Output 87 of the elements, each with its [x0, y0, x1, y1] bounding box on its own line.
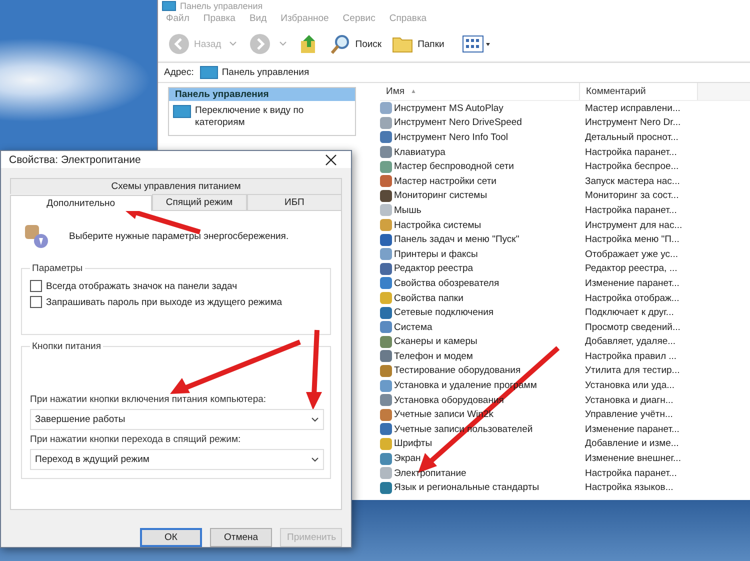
dropdown[interactable]: Переход в ждущий режим: [30, 449, 324, 470]
dialog-button[interactable]: ОК: [140, 528, 202, 547]
applet-comment: Детальный проснот...: [584, 132, 680, 143]
views-icon: [462, 34, 492, 54]
tab[interactable]: ИБП: [246, 194, 342, 210]
applet-comment: Просмотр сведений...: [584, 322, 682, 333]
applet-name[interactable]: Мышь: [394, 204, 422, 216]
applet-name[interactable]: Инструмент MS AutoPlay: [394, 102, 504, 114]
applet-name[interactable]: Мониторинг системы: [394, 190, 488, 202]
applet-name[interactable]: Инструмент Nero DriveSpeed: [394, 117, 522, 128]
applet-comment: Утилита для тестир...: [584, 365, 681, 376]
group-title: Кнопки питания: [31, 341, 102, 352]
right-arrow-circle-icon: [249, 33, 272, 55]
applet-comment: Настройка беспрое...: [584, 161, 680, 172]
control-panel-icon: [200, 66, 218, 79]
applet-name[interactable]: Свойства папки: [394, 292, 464, 304]
applet-comment: Настройка правил ...: [584, 350, 678, 362]
applet-comment: Инструмент для нас...: [584, 220, 684, 231]
applet-comment: Изменение паранет...: [584, 424, 680, 435]
caret-icon: [311, 416, 319, 422]
select-label: При нажатии кнопки включения питания компьютера:: [30, 394, 268, 405]
applet-name[interactable]: Шрифты: [394, 438, 432, 450]
applet-name[interactable]: Мастер беспроводной сети: [394, 161, 514, 172]
applet-comment: Редактор реестра, ...: [584, 263, 678, 274]
applet-name[interactable]: Настройка системы: [394, 220, 482, 231]
applet-comment: Настройка паранет...: [584, 146, 678, 158]
applet-comment: Настройка отображ...: [584, 292, 680, 304]
intro-text: Выберите нужные параметры энергосбережения.: [69, 230, 289, 242]
group-title: Параметры: [31, 263, 84, 274]
applet-comment: Изменение паранет...: [584, 278, 680, 289]
applet-comment: Мастер исправлени...: [584, 102, 682, 114]
checkbox[interactable]: [30, 280, 42, 292]
applet-comment: Мониторинг за сост...: [584, 190, 680, 202]
applet-comment: Установка или уда...: [584, 380, 676, 392]
applet-comment: Настройка паранет...: [584, 468, 678, 479]
applet-comment: Подключает к друг...: [584, 307, 675, 318]
applet-comment: Изменение внешнег...: [584, 453, 682, 464]
applet-name[interactable]: Редактор реестра: [394, 263, 474, 274]
dropdown[interactable]: Завершение работы: [30, 409, 324, 430]
applet-comment: Добавляет, удаляе...: [584, 336, 677, 348]
task-panel-title: Панель управления: [169, 88, 355, 101]
checkbox-label: Всегда отображать значок на панели задач: [46, 280, 238, 292]
window-title: Панель управления: [180, 0, 263, 10]
applet-name[interactable]: Электропитание: [394, 468, 466, 479]
applet-name[interactable]: Сетевые подключения: [394, 307, 494, 318]
applet-name[interactable]: Язык и региональные стандарты: [394, 482, 540, 494]
applet-comment: Настройка паранет...: [584, 204, 678, 216]
checkbox[interactable]: [30, 296, 42, 308]
folders-button[interactable]: Папки: [390, 32, 446, 56]
applet-name[interactable]: Инструмент Nero Info Tool: [394, 132, 508, 143]
applet-comment: Настройка языков...: [584, 482, 674, 494]
close-icon[interactable]: [325, 154, 337, 166]
search-icon: [329, 33, 352, 55]
checkbox-label: Запрашивать пароль при выходе из ждущего режима: [46, 296, 282, 308]
applet-comment: Настройка меню "П...: [584, 234, 680, 246]
applet-name[interactable]: Принтеры и факсы: [394, 248, 478, 260]
applet-name[interactable]: Телефон и модем: [394, 350, 473, 362]
select-label: При нажатии кнопки перехода в спящий режим:: [30, 434, 242, 445]
tab[interactable]: Схемы управления питанием: [10, 178, 342, 194]
tab[interactable]: Дополнительно: [10, 195, 152, 211]
applet-comment: Инструмент Nero Dr...: [584, 117, 682, 128]
tab[interactable]: Спящий режим: [152, 194, 247, 210]
applet-comment: Установка и диагн...: [584, 394, 674, 406]
applet-name[interactable]: Экран: [394, 453, 421, 464]
applet-comment: Управление учётн...: [584, 409, 674, 420]
control-panel-icon: [162, 0, 176, 10]
control-panel-icon: [173, 105, 191, 118]
applet-name[interactable]: Клавиатура: [394, 146, 446, 158]
applet-name[interactable]: Панель задач и меню "Пуск": [394, 234, 520, 246]
dialog-button[interactable]: Отмена: [210, 528, 272, 547]
applet-name[interactable]: Свойства обозревателя: [394, 278, 500, 289]
applet-name[interactable]: Тестирование оборудования: [394, 365, 521, 376]
dialog-title: Свойства: Электропитание: [9, 154, 141, 166]
caret-icon: [311, 456, 319, 462]
applet-comment: Отображает уже ус...: [584, 248, 679, 260]
applet-name[interactable]: Сканеры и камеры: [394, 336, 478, 348]
caret-icon: [279, 41, 288, 47]
switch-view-link[interactable]: Переключение к виду по категориям: [195, 105, 351, 130]
applet-name[interactable]: Мастер настройки сети: [394, 176, 496, 187]
address-field[interactable]: Панель управления: [198, 65, 750, 80]
applet-comment: Запуск мастера нас...: [584, 176, 681, 187]
address-label: Адрес:: [164, 67, 194, 78]
caret-icon: [229, 41, 238, 47]
search-button[interactable]: Поиск: [327, 31, 384, 57]
left-arrow-circle-icon: [168, 33, 190, 55]
applet-comment: Добавление и изме...: [584, 438, 680, 450]
applet-name[interactable]: Система: [394, 322, 432, 333]
